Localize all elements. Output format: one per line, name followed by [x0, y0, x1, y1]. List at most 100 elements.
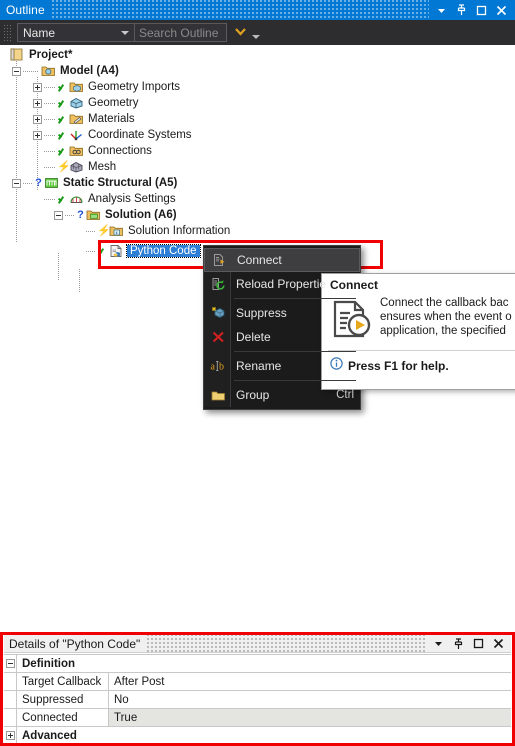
outline-window-buttons — [435, 3, 515, 17]
details-section-row[interactable]: Definition — [4, 655, 511, 673]
suppress-icon — [204, 306, 232, 320]
tree-node-label: Solution (A6) — [105, 209, 177, 221]
status-question-icon: ? — [35, 177, 42, 189]
tree-node-geometry[interactable]: Geometry — [0, 95, 139, 111]
tree-node-project[interactable]: Project* — [0, 47, 72, 63]
details-section-expander[interactable] — [4, 727, 17, 744]
tree-expander-plus[interactable] — [33, 114, 42, 124]
tree-expander-plus[interactable] — [33, 82, 42, 92]
menu-item-label: Rename — [236, 359, 282, 373]
tree-expander-plus[interactable] — [33, 130, 42, 140]
status-check-icon — [57, 82, 68, 93]
menu-item-delete[interactable]: Delete — [204, 325, 360, 349]
menu-item-connect[interactable]: Connect — [204, 248, 360, 272]
details-titlebar-dotted-fill — [146, 634, 426, 653]
details-property-row[interactable]: Suppressed No — [4, 691, 511, 709]
tree-expander-minus[interactable] — [5, 659, 15, 668]
tree-node-label: Mesh — [88, 161, 117, 173]
static-structural-icon — [44, 176, 59, 190]
menu-item-group[interactable]: Group Ctrl — [204, 383, 360, 407]
menu-item-label: Group — [236, 388, 270, 402]
solution-information-icon — [109, 224, 124, 238]
group-icon — [204, 389, 232, 402]
coordinate-systems-icon — [69, 128, 84, 142]
tree-node-mesh[interactable]: Mesh — [0, 159, 116, 175]
tree-connector-dots — [23, 182, 33, 184]
toolbar-overflow-arrow-icon[interactable] — [252, 34, 260, 39]
rename-icon: a b — [204, 359, 232, 373]
menu-item-label: Connect — [237, 253, 282, 267]
menu-item-label: Suppress — [236, 306, 287, 320]
geometry-icon — [69, 96, 84, 110]
filter-field-select[interactable]: Name — [17, 23, 135, 42]
tree-connector-dots — [86, 230, 96, 232]
details-section-row[interactable]: Advanced — [4, 727, 511, 745]
tree-node-label: Static Structural (A5) — [63, 177, 178, 189]
menu-item-suppress[interactable]: Suppress — [204, 301, 360, 325]
status-check-icon — [57, 114, 68, 125]
svg-text:b: b — [219, 362, 224, 373]
tree-expander-minus[interactable] — [12, 66, 21, 76]
model-icon — [41, 64, 56, 78]
tree-connector-dots — [44, 198, 56, 200]
tree-expander-plus[interactable] — [33, 98, 42, 108]
pin-icon[interactable] — [452, 637, 465, 651]
tree-connector-dots — [65, 214, 75, 216]
details-property-row[interactable]: Target Callback After Post — [4, 673, 511, 691]
details-section-expander[interactable] — [4, 655, 17, 672]
tree-connector-dots — [86, 250, 96, 252]
close-icon[interactable] — [492, 637, 505, 651]
maximize-icon[interactable] — [472, 637, 485, 651]
menu-item-reload-properties[interactable]: Reload Propertie — [204, 272, 360, 296]
tree-node-static-structural[interactable]: ? Static Structural (A5) — [0, 175, 177, 191]
close-icon[interactable] — [495, 3, 508, 17]
tree-node-solution[interactable]: ? Solution (A6) — [0, 207, 177, 223]
tree-node-coordinate-systems[interactable]: Coordinate Systems — [0, 127, 192, 143]
details-property-value[interactable]: No — [109, 691, 511, 708]
tree-node-analysis-settings[interactable]: Analysis Settings — [0, 191, 176, 207]
tree-connector-dots — [44, 86, 56, 88]
tree-node-solution-information[interactable]: Solution Information — [0, 223, 230, 239]
dropdown-icon[interactable] — [435, 3, 448, 17]
tree-node-geometry-imports[interactable]: Geometry Imports — [0, 79, 180, 95]
tree-expander-plus[interactable] — [5, 731, 15, 740]
maximize-icon[interactable] — [475, 3, 488, 17]
tree-connector-dots — [44, 118, 56, 120]
details-panel-titlebar: Details of "Python Code" — [4, 634, 511, 653]
status-check-icon — [57, 130, 68, 141]
menu-item-label: Delete — [236, 330, 271, 344]
chevron-down-icon — [121, 31, 129, 35]
status-bolt-icon — [97, 224, 111, 237]
geometry-imports-icon — [69, 80, 84, 94]
connections-icon — [69, 144, 84, 158]
filter-field-value: Name — [23, 25, 56, 40]
details-property-name: Suppressed — [17, 691, 109, 708]
menu-item-rename[interactable]: a b Rename — [204, 354, 360, 378]
solution-icon — [86, 208, 101, 222]
tree-node-model[interactable]: Model (A4) — [0, 63, 119, 79]
details-property-name: Target Callback — [17, 673, 109, 690]
tree-node-materials[interactable]: Materials — [0, 111, 135, 127]
python-code-icon — [109, 244, 124, 258]
reload-properties-icon — [204, 277, 232, 291]
tree-node-connections[interactable]: Connections — [0, 143, 152, 159]
pin-icon[interactable] — [455, 3, 468, 17]
tree-expander-minus[interactable] — [54, 210, 63, 220]
toolbar-grip-handle[interactable] — [3, 23, 13, 42]
dropdown-icon[interactable] — [432, 637, 445, 651]
details-property-value[interactable]: After Post — [109, 673, 511, 690]
details-row-gutter — [4, 709, 17, 726]
tree-node-python-code[interactable]: Python Code — [0, 243, 201, 259]
details-row-gutter — [4, 673, 17, 690]
tree-node-label-selected: Python Code — [126, 244, 201, 258]
tree-node-label: Geometry — [88, 97, 139, 109]
tree-expander-minus[interactable] — [12, 178, 21, 188]
status-check-icon — [57, 194, 68, 205]
tree-node-label: Geometry Imports — [88, 81, 181, 93]
tooltip-text: Connect the callback bac ensures when th… — [376, 296, 512, 345]
details-property-row[interactable]: Connected True — [4, 709, 511, 727]
search-outline-input[interactable]: Search Outline — [135, 23, 227, 42]
expand-all-chevron-icon[interactable] — [234, 26, 247, 39]
materials-icon — [69, 112, 84, 126]
mesh-icon — [69, 160, 84, 174]
